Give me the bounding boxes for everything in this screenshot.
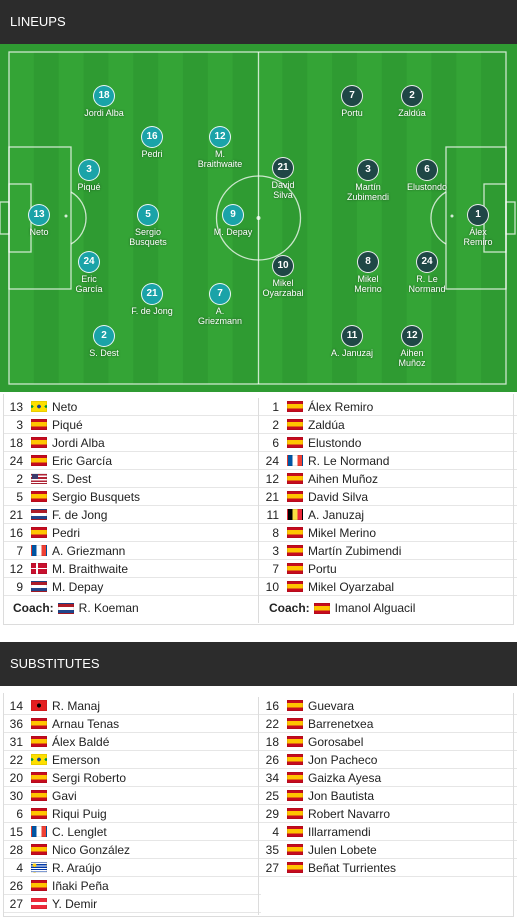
away-pitch-player[interactable]: 1 Álex Remiro [433,204,517,247]
shirt-number: 10 [272,255,294,277]
shirt-number: 2 [401,85,423,107]
player-name: A. Griezmann [197,306,242,326]
player-name: M. Depay [213,227,253,237]
shirt-number: 24 [416,251,438,273]
player-name: Neto [29,227,49,237]
shirt-number: 8 [357,251,379,273]
away-pitch-player[interactable]: 3 Martín Zubimendi [323,159,413,202]
player-name: Portu [341,108,363,118]
away-pitch-player[interactable]: 8 Mikel Merino [323,251,413,294]
home-pitch-player[interactable]: 13 Neto [0,204,84,237]
player-name: Mikel Oyarzabal [262,278,304,298]
shirt-number: 18 [93,85,115,107]
shirt-number: 5 [137,204,159,226]
shirt-number: 7 [341,85,363,107]
player-name: Álex Remiro [463,227,493,247]
home-pitch-player[interactable]: 18 Jordi Alba [59,85,149,118]
home-pitch-player[interactable]: 2 S. Dest [59,325,149,358]
pitch: 13 Neto 18 Jordi Alba 3 Piqué 24 Eric García 2 S. … [0,44,517,392]
shirt-number: 6 [416,159,438,181]
shirt-number: 21 [141,283,163,305]
player-name: David Silva [271,180,295,200]
shirt-number: 11 [341,325,363,347]
away-pitch-player[interactable]: 10 Mikel Oyarzabal [238,255,328,298]
shirt-number: 7 [209,283,231,305]
shirt-number: 2 [93,325,115,347]
player-name: S. Dest [89,348,119,358]
substitutes-title: SUBSTITUTES [10,656,100,671]
lineups-header: LINEUPS [0,0,517,44]
shirt-number: 12 [209,126,231,148]
player-name: Mikel Merino [354,274,382,294]
lineup-box-border [3,394,514,625]
lineups-title: LINEUPS [10,14,66,29]
away-pitch-player[interactable]: 7 Portu [307,85,397,118]
substitutes-header: SUBSTITUTES [0,642,517,686]
home-pitch-player[interactable]: 9 M. Depay [188,204,278,237]
shirt-number: 3 [357,159,379,181]
shirt-number: 13 [28,204,50,226]
away-pitch-player[interactable]: 11 A. Januzaj [307,325,397,358]
player-name: Sergio Busquets [129,227,167,247]
shirt-number: 21 [272,157,294,179]
shirt-number: 9 [222,204,244,226]
subs-box-border [3,693,514,917]
shirt-number: 1 [467,204,489,226]
shirt-number: 24 [78,251,100,273]
home-pitch-player[interactable]: 3 Piqué [44,159,134,192]
player-name: A. Januzaj [330,348,374,358]
shirt-number: 3 [78,159,100,181]
home-pitch-player[interactable]: 5 Sergio Busquets [103,204,193,247]
player-name: Jordi Alba [84,108,124,118]
shirt-number: 16 [141,126,163,148]
shirt-number: 12 [401,325,423,347]
away-pitch-player[interactable]: 21 David Silva [238,157,328,200]
player-name: Martín Zubimendi [346,182,390,202]
player-name: Piqué [77,182,101,192]
